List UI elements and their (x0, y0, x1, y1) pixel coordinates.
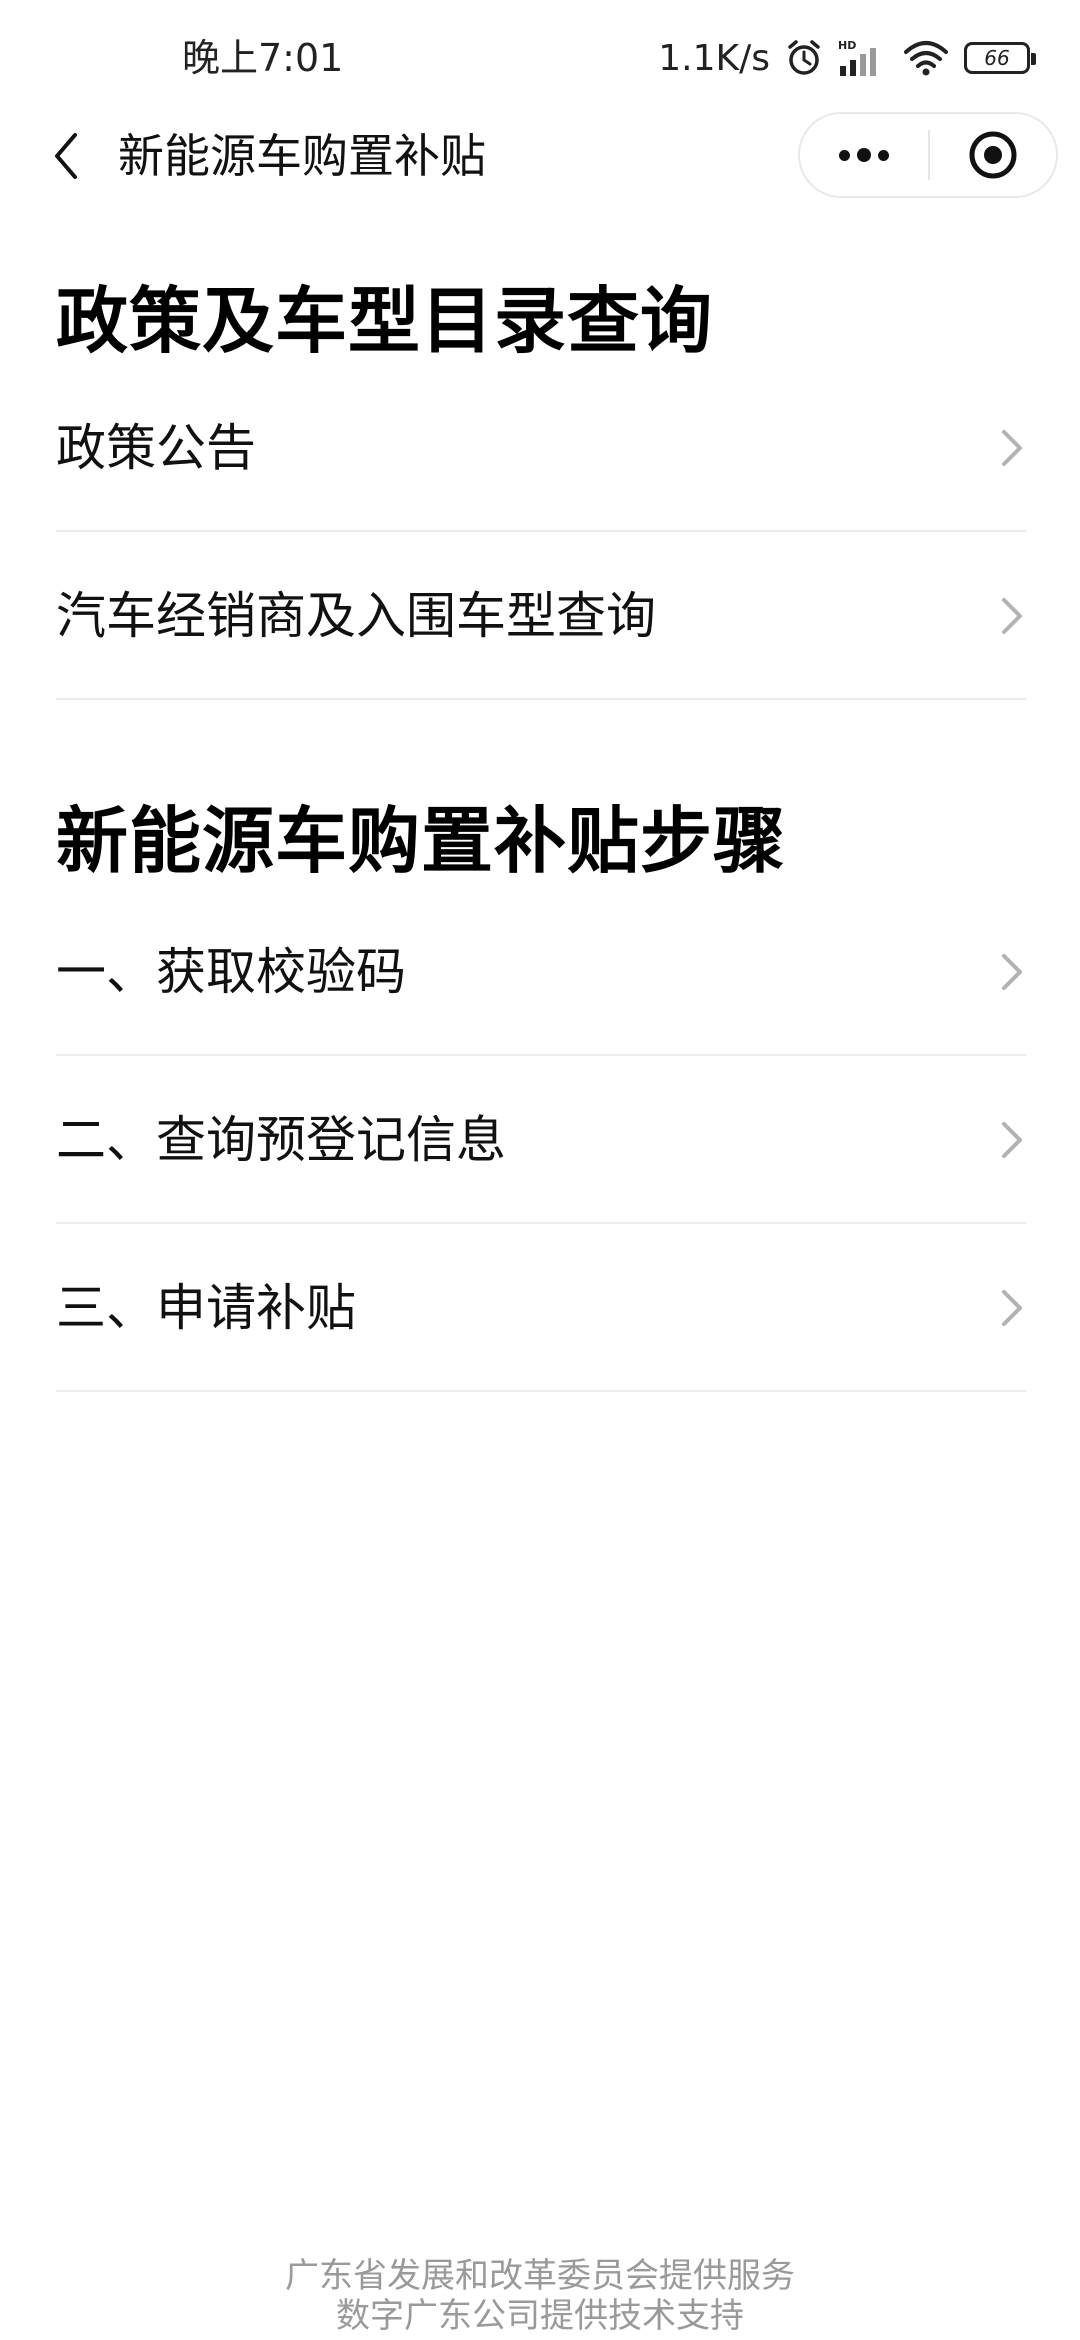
chevron-right-icon (1002, 430, 1022, 466)
status-time: 晚上7:01 (182, 36, 344, 80)
mini-program-capsule (798, 112, 1058, 198)
list-item-label: 政策公告 (56, 419, 256, 477)
page-title: 新能源车购置补贴 (118, 129, 486, 183)
more-button[interactable] (800, 114, 928, 196)
chevron-right-icon (1002, 1290, 1022, 1326)
status-bar: 晚上7:01 1.1K/s HD 66 (0, 0, 1080, 112)
footer-service-provider: 广东省发展和改革委员会提供服务 (285, 2256, 795, 2296)
close-target-icon (969, 131, 1017, 179)
list-item-policy-announcement[interactable]: 政策公告 (56, 366, 1026, 532)
footer-tech-support: 数字广东公司提供技术支持 (336, 2296, 744, 2336)
status-indicators: 1.1K/s HD 66 (658, 30, 1036, 86)
alarm-icon (784, 38, 824, 78)
list-item-label: 三、申请补贴 (56, 1279, 356, 1337)
section-title-steps: 新能源车购置补贴步骤 (56, 799, 787, 883)
section-title-policy: 政策及车型目录查询 (56, 279, 714, 363)
list-item-step-3[interactable]: 三、申请补贴 (56, 1226, 1026, 1392)
close-button[interactable] (930, 114, 1056, 196)
footer: 广东省发展和改革委员会提供服务 数字广东公司提供技术支持 (0, 2256, 1080, 2336)
chevron-right-icon (1002, 954, 1022, 990)
battery-level: 66 (984, 46, 1010, 70)
list-item-step-2[interactable]: 二、查询预登记信息 (56, 1058, 1026, 1224)
list-item-label: 二、查询预登记信息 (56, 1111, 506, 1169)
battery-icon: 66 (964, 42, 1036, 74)
list-item-label: 汽车经销商及入围车型查询 (56, 587, 656, 645)
back-button[interactable] (36, 126, 96, 186)
list-item-label: 一、获取校验码 (56, 943, 406, 1001)
more-icon (839, 149, 850, 161)
hd-signal-icon: HD (838, 38, 888, 78)
chevron-right-icon (1002, 598, 1022, 634)
back-icon (55, 133, 77, 179)
nav-bar: 新能源车购置补贴 (0, 112, 1080, 200)
network-speed: 1.1K/s (658, 37, 770, 79)
wifi-icon (902, 38, 950, 78)
list-item-dealer-query[interactable]: 汽车经销商及入围车型查询 (56, 534, 1026, 700)
svg-text:HD: HD (838, 39, 856, 52)
list-item-step-1[interactable]: 一、获取校验码 (56, 890, 1026, 1056)
chevron-right-icon (1002, 1122, 1022, 1158)
